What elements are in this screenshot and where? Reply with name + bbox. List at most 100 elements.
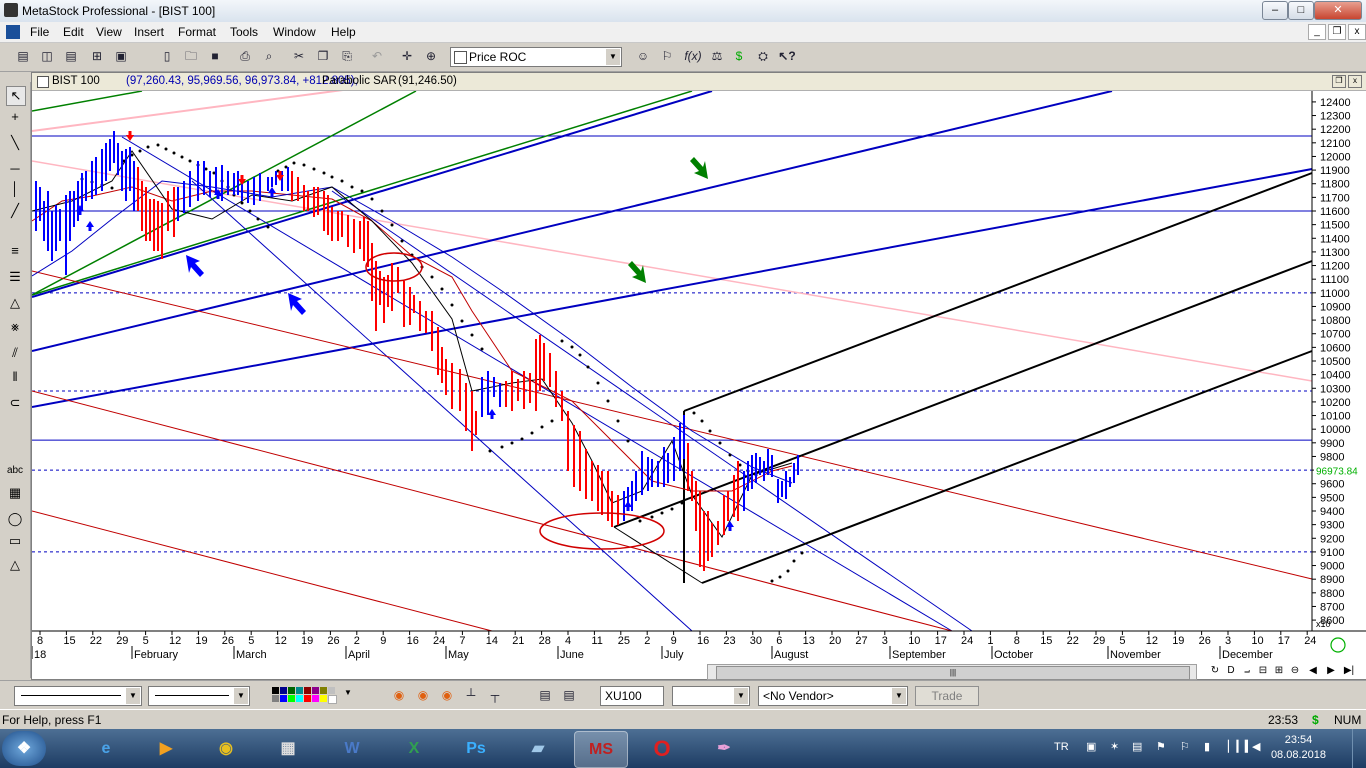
explorer-icon[interactable]: ⚐: [658, 48, 676, 64]
chart-scrollbar[interactable]: |||: [707, 664, 1197, 680]
chrome-like-icon[interactable]: ◉: [390, 687, 408, 703]
paste-icon[interactable]: ⎘: [338, 48, 356, 64]
chrome-icon[interactable]: ◉: [200, 731, 252, 766]
symbol-input[interactable]: XU100: [600, 686, 664, 706]
grid-icon[interactable]: ▦: [6, 484, 24, 502]
maximize-button[interactable]: □: [1288, 1, 1314, 20]
photoshop-icon[interactable]: Ps: [450, 731, 502, 766]
chart-close-icon[interactable]: x: [1348, 75, 1362, 88]
periodicity-select[interactable]: ▼: [672, 686, 750, 706]
line-weight-select[interactable]: ▼: [148, 686, 250, 706]
network-icon[interactable]: ▏▎▍: [1228, 740, 1253, 753]
bluetooth-icon[interactable]: ✶: [1110, 740, 1119, 753]
show-desktop-button[interactable]: [1352, 729, 1366, 768]
close-button[interactable]: ✕: [1314, 1, 1362, 20]
copy-icon[interactable]: ❐: [314, 48, 332, 64]
crosshair-icon[interactable]: ✛: [398, 48, 416, 64]
color-palette[interactable]: ▼: [270, 686, 362, 704]
print-preview-icon[interactable]: ⌕: [260, 48, 278, 64]
zoom-in-icon[interactable]: ⊟: [1256, 664, 1270, 678]
power-icon[interactable]: ▮: [1204, 740, 1210, 753]
vertical-line-icon[interactable]: │: [6, 180, 24, 198]
vendor-select[interactable]: <No Vendor> ▼: [758, 686, 908, 706]
periodicity-icon[interactable]: ⨼: [1240, 664, 1254, 678]
mdi-restore-button[interactable]: ❐: [1328, 24, 1346, 40]
undo-icon[interactable]: ↶: [368, 48, 386, 64]
new-icon[interactable]: ▯: [158, 48, 176, 64]
volume-icon[interactable]: ◀: [1252, 740, 1260, 753]
start-button-icon[interactable]: ❖: [2, 731, 46, 766]
text-tool-icon[interactable]: abc: [6, 462, 24, 480]
refresh-icon[interactable]: ↻: [1208, 664, 1222, 678]
tray-icon-1[interactable]: ▣: [1086, 740, 1096, 753]
tile-vertical-icon[interactable]: ◫: [38, 48, 56, 64]
word-icon[interactable]: W: [326, 731, 378, 766]
andrews-pitchfork-icon[interactable]: ⫽: [6, 344, 24, 362]
scroll-right-icon[interactable]: ▶: [1324, 664, 1338, 678]
mdi-close-button[interactable]: x: [1348, 24, 1366, 40]
chart-menu-icon[interactable]: [37, 76, 49, 88]
sync-icon[interactable]: ◉: [438, 687, 456, 703]
trendline-icon[interactable]: ╲: [6, 134, 24, 152]
menu-file[interactable]: File: [30, 25, 49, 39]
cross-icon[interactable]: +: [6, 108, 24, 126]
paint-icon[interactable]: ✒: [698, 731, 750, 766]
fibonacci-icon[interactable]: ≡: [6, 242, 24, 260]
rectangle-icon[interactable]: ▭: [6, 532, 24, 550]
periodicity-daily-button[interactable]: D: [1224, 664, 1238, 678]
layout-b-icon[interactable]: ▤: [560, 687, 578, 703]
menu-window[interactable]: Window: [273, 25, 316, 39]
triangle-icon[interactable]: △: [6, 556, 24, 574]
cycle-lines-icon[interactable]: ‖: [6, 368, 24, 386]
align-top-icon[interactable]: ┴: [462, 687, 480, 703]
arc-icon[interactable]: ⊂: [6, 394, 24, 412]
tray-icon-4[interactable]: ⚑: [1156, 740, 1166, 753]
open-icon[interactable]: 🗀: [182, 48, 200, 64]
scrollbar-thumb[interactable]: |||: [716, 666, 1190, 680]
zoom-icon[interactable]: ⊕: [422, 48, 440, 64]
data-icon[interactable]: ◉: [414, 687, 432, 703]
fib-retracement-icon[interactable]: ☰: [6, 268, 24, 286]
menu-insert[interactable]: Insert: [134, 25, 164, 39]
pointer-icon[interactable]: ↖: [6, 86, 26, 106]
calculator-icon[interactable]: ▦: [262, 731, 314, 766]
chart-restore-icon[interactable]: ❐: [1332, 75, 1346, 88]
media-player-icon[interactable]: ▶: [140, 731, 192, 766]
zoom-reset-icon[interactable]: ⊖: [1288, 664, 1302, 678]
save-icon[interactable]: ■: [206, 48, 224, 64]
tile-horizontal-icon[interactable]: ▤: [62, 48, 80, 64]
menu-format[interactable]: Format: [178, 25, 216, 39]
channel-icon[interactable]: △: [6, 294, 24, 312]
align-bottom-icon[interactable]: ┬: [486, 687, 504, 703]
system-tester-icon[interactable]: ⚖: [708, 48, 726, 64]
fan-icon[interactable]: ⨳: [6, 318, 24, 336]
minimize-button[interactable]: –: [1262, 1, 1288, 20]
zoom-out-icon[interactable]: ⊞: [1272, 664, 1286, 678]
scroll-left-icon[interactable]: ◀: [1306, 664, 1320, 678]
notes-icon[interactable]: ▰: [512, 731, 564, 766]
menu-tools[interactable]: Tools: [230, 25, 258, 39]
chart-window[interactable]: BIST 100 (97,260.43, 95,969.56, 96,973.8…: [31, 72, 1366, 680]
horizontal-line-icon[interactable]: ─: [6, 160, 24, 178]
line-style-select[interactable]: ▼: [14, 686, 142, 706]
tile-grid-icon[interactable]: ⊞: [88, 48, 106, 64]
taskbar-clock[interactable]: 23:54 08.08.2018: [1271, 733, 1326, 763]
indicator-select[interactable]: Price ROC ▼: [450, 47, 622, 67]
document-icon[interactable]: [6, 25, 20, 39]
window-cascade-icon[interactable]: ▤: [14, 48, 32, 64]
action-center-icon[interactable]: ⚐: [1180, 740, 1190, 753]
print-icon[interactable]: ⎙: [236, 48, 254, 64]
formula-icon[interactable]: f(x): [684, 48, 702, 64]
help-pointer-icon[interactable]: ↖?: [778, 48, 796, 64]
trade-button[interactable]: Trade: [915, 686, 979, 706]
scroll-end-icon[interactable]: ▶|: [1342, 664, 1356, 678]
binoculars-icon[interactable]: ⛭: [754, 48, 772, 64]
dollar-icon[interactable]: $: [730, 48, 748, 64]
opera-icon[interactable]: O: [636, 731, 688, 766]
cut-icon[interactable]: ✂: [290, 48, 308, 64]
price-chart[interactable]: 8600870088008900900091009200930094009500…: [32, 91, 1366, 665]
language-indicator[interactable]: TR: [1054, 741, 1069, 753]
menu-edit[interactable]: Edit: [63, 25, 84, 39]
metastock-taskbar-icon[interactable]: MS: [574, 731, 628, 768]
layout-a-icon[interactable]: ▤: [536, 687, 554, 703]
